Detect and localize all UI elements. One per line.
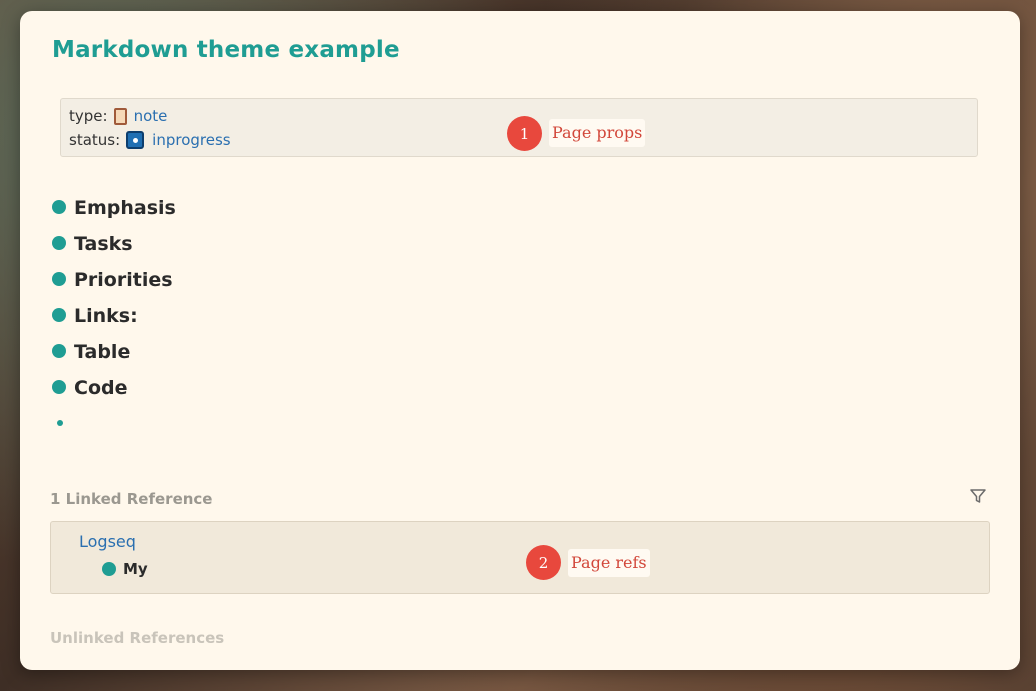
- block-text[interactable]: Code: [74, 377, 127, 399]
- reference-page-link[interactable]: Logseq: [79, 532, 136, 551]
- bullet-icon[interactable]: [102, 562, 116, 576]
- annotation-badge: 1: [507, 116, 542, 151]
- annotation-badge: 2: [526, 545, 561, 580]
- annotation-label: Page props: [549, 119, 646, 147]
- status-inprogress-icon: [126, 131, 145, 149]
- note-icon: [113, 107, 127, 125]
- linked-references-panel: Logseq My: [50, 521, 990, 594]
- page-card: Markdown theme example type: note status…: [20, 11, 1020, 670]
- block-text[interactable]: Priorities: [74, 269, 173, 291]
- property-key: status:: [69, 131, 121, 149]
- bullet-icon[interactable]: [52, 380, 66, 394]
- property-key: type:: [69, 107, 108, 125]
- reference-block-text[interactable]: My: [123, 560, 148, 578]
- block-text[interactable]: Links:: [74, 305, 138, 327]
- bullet-icon[interactable]: [52, 344, 66, 358]
- block-text[interactable]: Table: [74, 341, 130, 363]
- bullet-icon[interactable]: [52, 272, 66, 286]
- property-value-link[interactable]: note: [134, 104, 168, 128]
- annotation-label: Page refs: [568, 549, 650, 577]
- block-text[interactable]: Emphasis: [74, 197, 176, 219]
- filter-icon[interactable]: [969, 487, 987, 505]
- linked-references-heading[interactable]: 1 Linked Reference: [50, 490, 212, 508]
- page-title[interactable]: Markdown theme example: [52, 37, 400, 63]
- bullet-icon[interactable]: [52, 200, 66, 214]
- bullet-icon[interactable]: [52, 308, 66, 322]
- empty-block-bullet-icon[interactable]: [57, 420, 63, 426]
- property-value-link[interactable]: inprogress: [152, 128, 230, 152]
- unlinked-references-heading[interactable]: Unlinked References: [50, 629, 224, 647]
- block-text[interactable]: Tasks: [74, 233, 133, 255]
- bullet-icon[interactable]: [52, 236, 66, 250]
